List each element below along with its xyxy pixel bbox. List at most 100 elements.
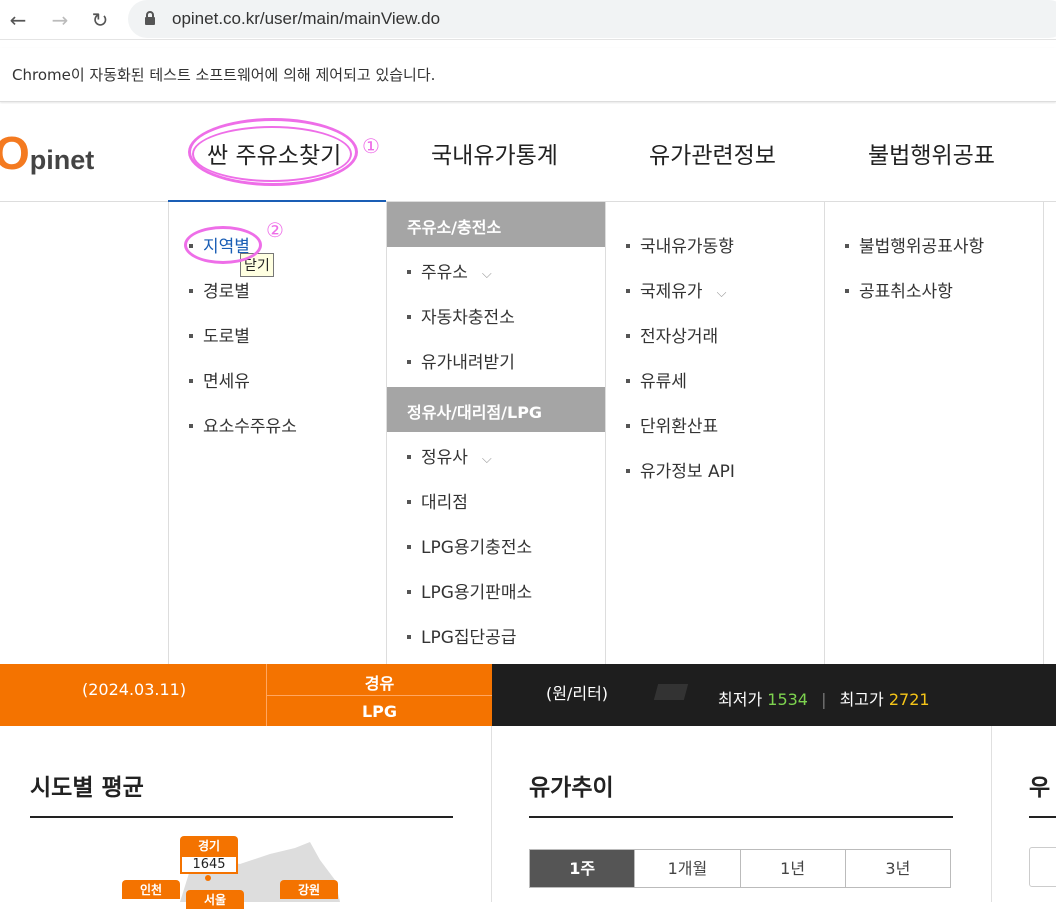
low-label: 최저가 (718, 690, 763, 709)
menu-route[interactable]: 경로별 (189, 277, 250, 302)
region-value: 1645 (180, 855, 238, 874)
menu-label: 정유사 (421, 448, 468, 468)
price-unit: (원/리터) (546, 684, 609, 703)
menu-lpg-sale[interactable]: LPG용기판매소 (407, 578, 532, 603)
menu-road[interactable]: 도로별 (189, 322, 250, 347)
low-value: 1534 (767, 690, 808, 709)
menu-header-station: 주유소/충전소 (387, 202, 605, 247)
menu-illegal-list[interactable]: 불법행위공표사항 (845, 232, 984, 257)
automation-infobar: Chrome이 자동화된 테스트 소프트웨어에 의해 제어되고 있습니다. (0, 48, 1056, 102)
menu-label: 단위환산표 (640, 417, 719, 437)
chart-mini-icon (653, 684, 689, 700)
browser-toolbar: ← → ↻ opinet.co.kr/user/main/mainView.do (0, 0, 1056, 40)
gnb-price-info[interactable]: 유가관련정보 (649, 136, 776, 170)
high-label: 최고가 (839, 690, 884, 709)
fuel-diesel[interactable]: 경유 (266, 664, 492, 695)
annotation-number-1: ① (362, 134, 380, 158)
menu-domestic-trend[interactable]: 국내유가동향 (626, 232, 734, 257)
menu-fuel-tax[interactable]: 유류세 (626, 367, 687, 392)
section-divider (491, 726, 492, 902)
menu-label: 면세유 (203, 372, 250, 392)
back-arrow-icon[interactable]: ← (4, 6, 32, 34)
menu-label: 자동차충전소 (421, 308, 515, 328)
map-badge-gangwon[interactable]: 강원 (280, 880, 338, 899)
range-separator: | (821, 690, 827, 709)
menu-label: 불법행위공표사항 (859, 237, 985, 257)
menu-refiner[interactable]: 정유사 ⌵ (407, 443, 492, 468)
menu-lpg-group[interactable]: LPG집단공급 (407, 623, 516, 648)
annotation-number-2: ② (266, 218, 284, 242)
high-value: 2721 (888, 690, 930, 709)
menu-label: 대리점 (421, 493, 468, 513)
menu-label: LPG용기판매소 (421, 583, 533, 603)
region-name: 강원 (280, 880, 338, 899)
right-section-title: 우 (1029, 775, 1051, 801)
menu-label: LPG용기충전소 (421, 538, 533, 558)
menu-label: 요소수주유소 (203, 417, 297, 437)
annotation-oval-1b (192, 126, 352, 182)
menu-unit-convert[interactable]: 단위환산표 (626, 412, 718, 437)
menu-label: 국내유가동향 (640, 237, 734, 257)
menu-ecommerce[interactable]: 전자상거래 (626, 322, 718, 347)
menu-label: 전자상거래 (640, 327, 719, 347)
menu-label: 유가정보 API (640, 462, 735, 482)
menu-label: 유가내려받기 (421, 353, 515, 373)
site-header: Opinet 싼 주유소찾기 국내유가통계 유가관련정보 불법행위공표 (0, 104, 1056, 202)
tab-1week[interactable]: 1주 (530, 850, 636, 887)
logo-o: O (0, 127, 30, 179)
chevron-down-icon: ⌵ (481, 267, 492, 282)
lock-icon (145, 11, 155, 25)
mega-menu: 지역별 경로별 도로별 면세유 요소수주유소 주유소/충전소 주유소 ⌵ 자동차충… (168, 202, 1056, 664)
annotation-oval-2 (184, 226, 262, 264)
menu-price-download[interactable]: 유가내려받기 (407, 348, 515, 373)
menu-label: 공표취소사항 (859, 282, 953, 302)
url-text: opinet.co.kr/user/main/mainView.do (172, 9, 441, 28)
menu-cancel-list[interactable]: 공표취소사항 (845, 277, 953, 302)
menu-urea[interactable]: 요소수주유소 (189, 412, 297, 437)
menu-header-refiner: 정유사/대리점/LPG (387, 387, 605, 432)
title-underline (30, 816, 453, 818)
region-name: 서울 (186, 890, 244, 909)
fuel-lpg[interactable]: LPG (266, 695, 492, 726)
chevron-down-icon: ⌵ (716, 286, 727, 301)
tab-3year[interactable]: 3년 (846, 850, 950, 887)
menu-price-api[interactable]: 유가정보 API (626, 457, 735, 482)
menu-dutyfree[interactable]: 면세유 (189, 367, 250, 392)
menu-col-stats: 주유소/충전소 주유소 ⌵ 자동차충전소 유가내려받기 정유사/대리점/LPG 정… (387, 202, 606, 664)
menu-label: 경로별 (203, 282, 250, 302)
region-name: 경기 (180, 836, 238, 855)
reload-icon[interactable]: ↻ (86, 6, 114, 34)
menu-label: LPG집단공급 (421, 628, 517, 648)
price-trend-title: 유가추이 (529, 775, 614, 801)
tab-1month[interactable]: 1개월 (635, 850, 741, 887)
region-avg-title: 시도별 평균 (30, 775, 144, 801)
gnb-illegal-notice[interactable]: 불법행위공표 (868, 136, 995, 170)
title-underline (529, 816, 953, 818)
gnb-domestic-stats[interactable]: 국내유가통계 (431, 136, 558, 170)
menu-agency[interactable]: 대리점 (407, 488, 468, 513)
address-bar[interactable]: opinet.co.kr/user/main/mainView.do (128, 0, 1056, 38)
tab-1year[interactable]: 1년 (741, 850, 846, 887)
menu-label: 도로별 (203, 327, 250, 347)
right-select[interactable] (1029, 847, 1056, 887)
menu-station[interactable]: 주유소 ⌵ (407, 258, 492, 283)
menu-col-illegal: 불법행위공표사항 공표취소사항 (825, 202, 1044, 664)
map-badge-gyeonggi[interactable]: 경기 1645 (180, 836, 238, 874)
menu-intl-price[interactable]: 국제유가 ⌵ (626, 277, 726, 302)
menu-ev-charger[interactable]: 자동차충전소 (407, 303, 515, 328)
title-underline (1029, 816, 1056, 818)
menu-label: 유류세 (640, 372, 687, 392)
trend-period-tabs: 1주 1개월 1년 3년 (529, 849, 951, 888)
map-badge-seoul[interactable]: 서울 (186, 890, 244, 909)
menu-label: 국제유가 (640, 282, 703, 302)
map-badge-incheon[interactable]: 인천 (122, 880, 180, 899)
opinet-logo[interactable]: Opinet (0, 126, 94, 180)
menu-col-info: 국내유가동향 국제유가 ⌵ 전자상거래 유류세 단위환산표 유가정보 API (606, 202, 825, 664)
menu-label: 주유소 (421, 263, 468, 283)
band-date: (2024.03.11) (82, 680, 187, 699)
menu-lpg-charge[interactable]: LPG용기충전소 (407, 533, 532, 558)
section-divider (991, 726, 992, 902)
forward-arrow-icon[interactable]: → (46, 6, 74, 34)
chevron-down-icon: ⌵ (481, 452, 492, 467)
menu-col-search: 지역별 경로별 도로별 면세유 요소수주유소 (169, 202, 387, 664)
